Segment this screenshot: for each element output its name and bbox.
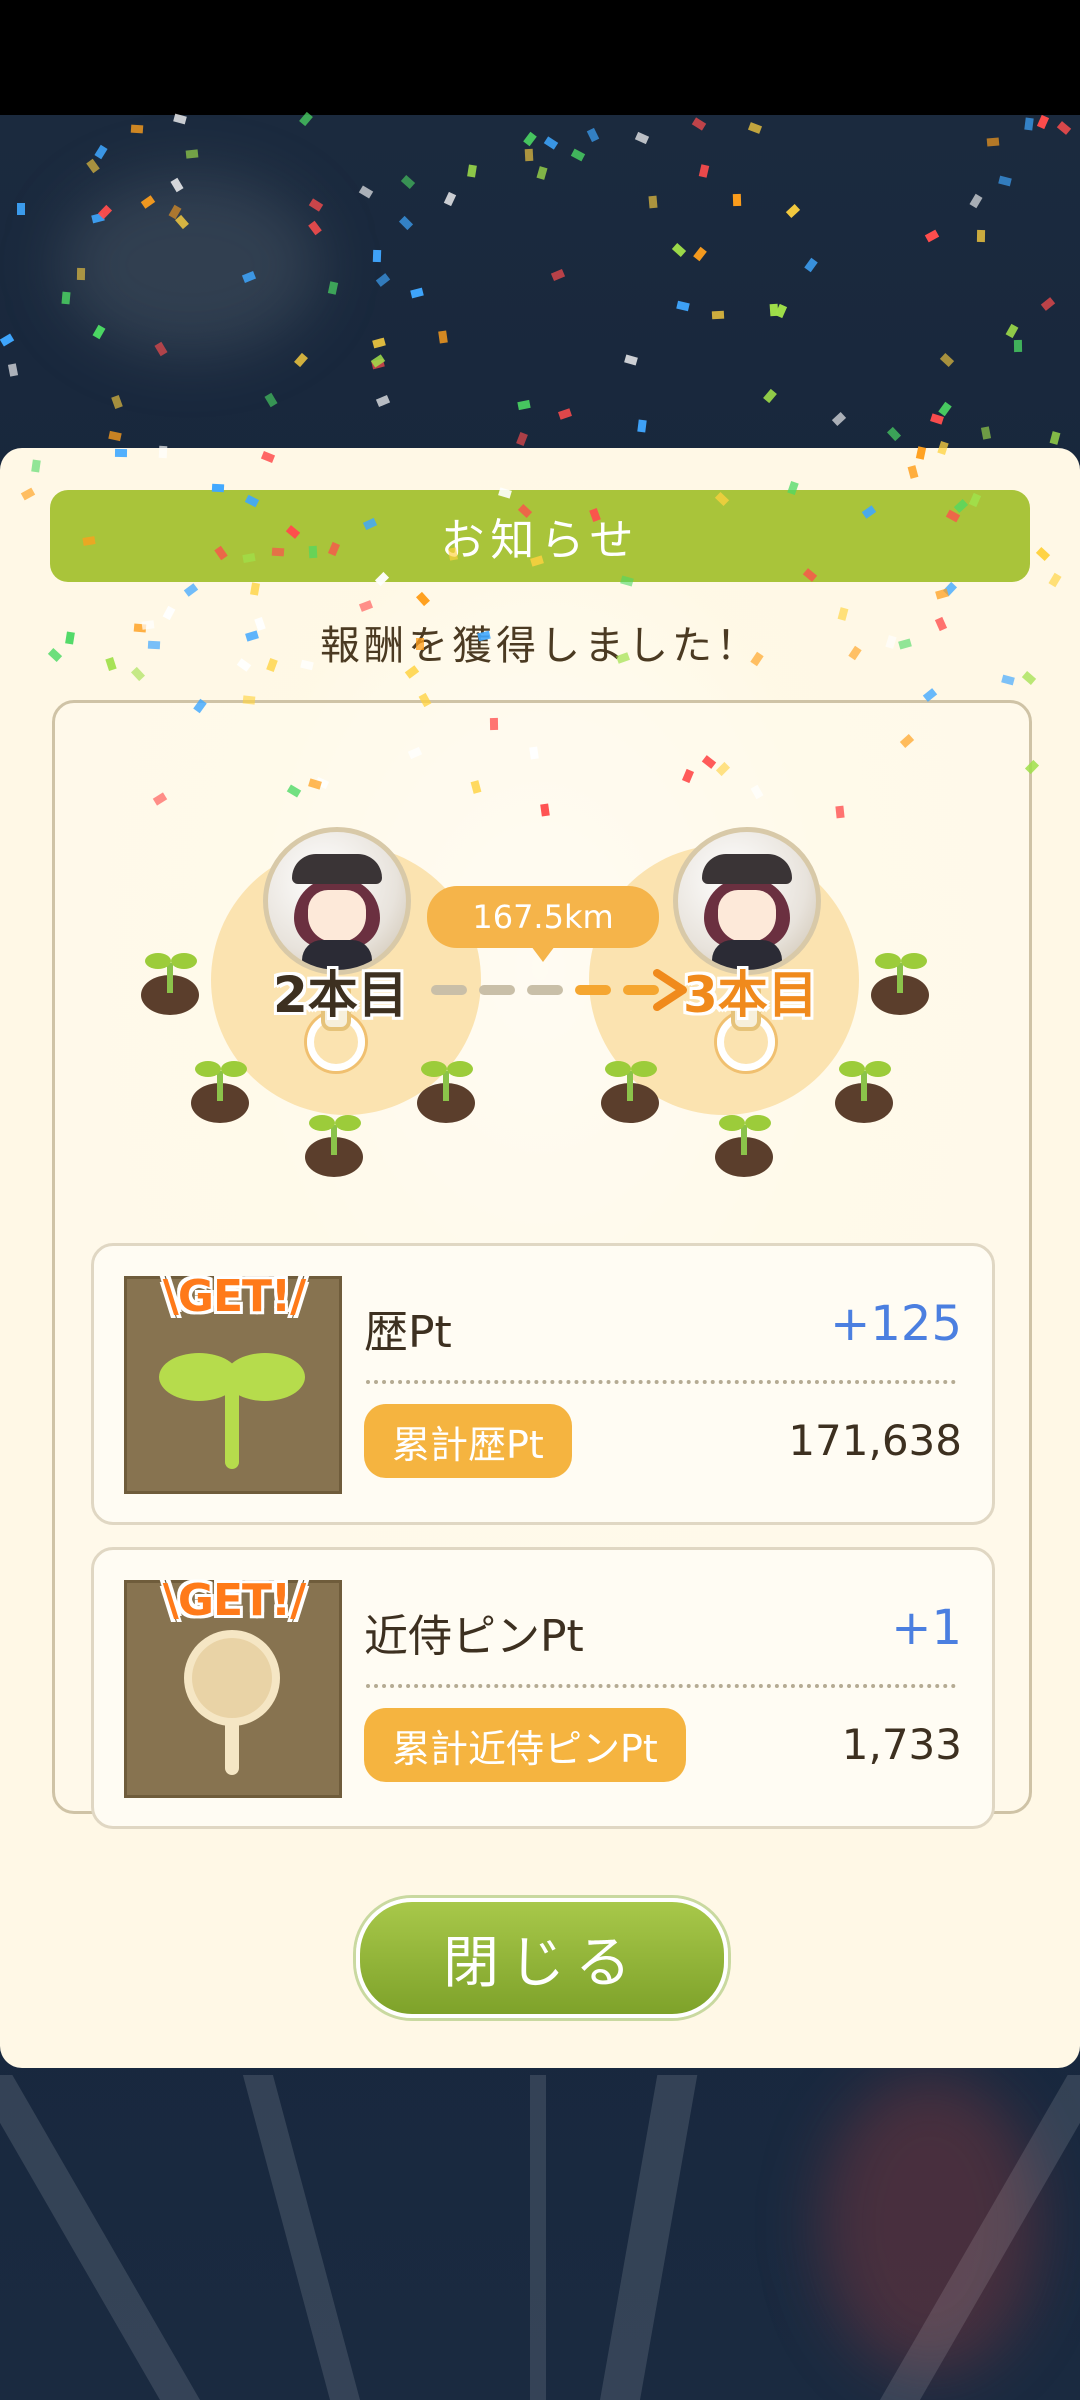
sprout-icon (601, 1061, 659, 1123)
sprout-icon (871, 953, 929, 1015)
dialog-header: お知らせ (50, 490, 1030, 582)
reward-card-reki-pt: \GET!/ 歴Pt +125 累計歴Pt 171,638 (91, 1243, 995, 1525)
progress-scene: 2本目 3本目 167.5km (55, 703, 1029, 1243)
reward-name: 歴Pt (364, 1307, 452, 1358)
sprout-icon (417, 1061, 475, 1123)
close-button[interactable]: 閉じる (356, 1898, 728, 2018)
get-badge: \GET!/ (162, 1271, 306, 1322)
sprout-icon (191, 1061, 249, 1123)
arrow-head-icon (653, 969, 687, 1011)
total-value: 1,733 (841, 1720, 962, 1769)
reward-thumbnail: \GET!/ (124, 1575, 342, 1798)
reward-message: 報酬を獲得しました！ (320, 623, 760, 669)
progress-arrow (431, 985, 467, 995)
total-label-badge: 累計近侍ピンPt (364, 1708, 686, 1782)
sprout-icon (835, 1061, 893, 1123)
status-bar (0, 0, 1080, 115)
sprout-icon (159, 1353, 305, 1469)
total-label-badge: 累計歴Pt (364, 1404, 572, 1478)
get-badge: \GET!/ (162, 1575, 306, 1626)
reward-panel: 2本目 3本目 167.5km \GET!/ 歴Pt +125 累計歴Pt 17… (52, 700, 1032, 1829)
close-button-label: 閉じる (443, 1930, 641, 1996)
distance-badge: 167.5km (427, 886, 659, 962)
total-value: 171,638 (788, 1416, 962, 1465)
sprout-icon (141, 953, 199, 1015)
pin-icon (184, 1630, 280, 1775)
reward-thumbnail: \GET!/ (124, 1271, 342, 1494)
character-avatar (673, 827, 821, 975)
reward-gain: +1 (891, 1600, 962, 1656)
current-stage-label: 2本目 (273, 966, 408, 1024)
reward-gain: +125 (830, 1296, 962, 1352)
next-stage-label: 3本目 (683, 966, 818, 1024)
notice-dialog: お知らせ 報酬を獲得しました！ 2本目 3本目 167.5km \GET!/ 歴… (0, 448, 1080, 2068)
sprout-icon (305, 1115, 363, 1177)
character-avatar (263, 827, 411, 975)
reward-card-pin-pt: \GET!/ 近侍ピンPt +1 累計近侍ピンPt 1,733 (91, 1547, 995, 1829)
sprout-icon (715, 1115, 773, 1177)
divider (366, 1684, 956, 1688)
reward-name: 近侍ピンPt (364, 1611, 584, 1662)
divider (366, 1380, 956, 1384)
dialog-title: お知らせ (440, 515, 640, 566)
